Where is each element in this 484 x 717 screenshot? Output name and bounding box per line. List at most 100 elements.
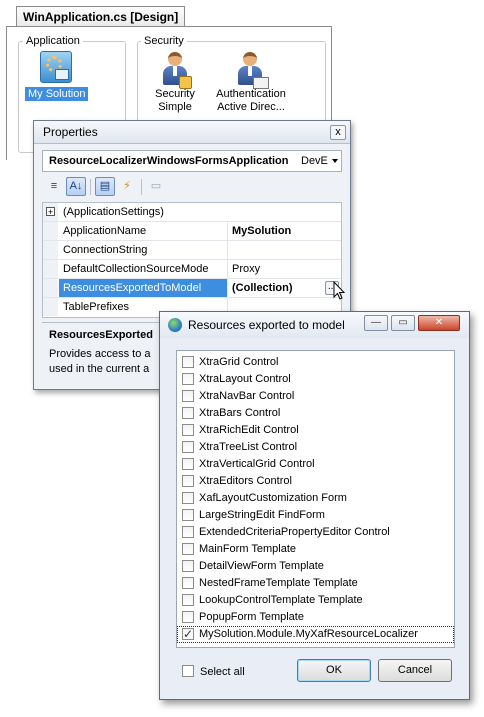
property-row[interactable]: ConnectionString	[43, 241, 341, 260]
events-icon[interactable]: ⚡	[117, 177, 137, 196]
resources-checklist: XtraGrid Control XtraLayout Control Xtra…	[176, 350, 455, 648]
list-item-label: DetailViewForm Template	[199, 560, 324, 572]
alphabetical-icon[interactable]: A↓	[66, 177, 86, 196]
checkbox[interactable]	[182, 458, 194, 470]
select-all-label[interactable]: Select all	[200, 666, 245, 678]
checkbox[interactable]	[182, 373, 194, 385]
checkbox[interactable]	[182, 475, 194, 487]
checkbox-checked[interactable]: ✓	[182, 628, 194, 640]
list-item-label: XtraTreeList Control	[199, 441, 298, 453]
properties-icon[interactable]: ▤	[95, 177, 115, 196]
list-item[interactable]: XtraRichEdit Control	[177, 422, 454, 439]
categorized-icon[interactable]: ≡	[44, 177, 64, 196]
list-item-label: XtraNavBar Control	[199, 390, 295, 402]
object-name: ResourceLocalizerWindowsFormsApplication	[49, 155, 289, 167]
list-item-label: LargeStringEdit FindForm	[199, 509, 325, 521]
property-row[interactable]: ApplicationName MySolution	[43, 222, 341, 241]
property-name: TablePrefixes	[63, 301, 130, 313]
checkbox[interactable]	[182, 594, 194, 606]
my-solution-label[interactable]: My Solution	[25, 87, 89, 101]
object-selector[interactable]: ResourceLocalizerWindowsFormsApplication…	[42, 150, 342, 172]
object-type: DevE	[301, 155, 328, 167]
expand-icon[interactable]: +	[46, 207, 55, 217]
list-item[interactable]: LargeStringEdit FindForm	[177, 507, 454, 524]
authentication-user-icon[interactable]	[235, 51, 269, 89]
list-item[interactable]: NestedFrameTemplate Template	[177, 575, 454, 592]
list-item-label: XtraBars Control	[199, 407, 281, 419]
property-row-selected[interactable]: ResourcesExportedToModel (Collection) ..…	[43, 279, 341, 298]
list-item-label: XtraGrid Control	[199, 356, 279, 368]
checkbox[interactable]	[182, 492, 194, 504]
checkbox[interactable]	[182, 543, 194, 555]
property-pages-icon[interactable]: ▭	[146, 177, 166, 196]
document-tab[interactable]: WinApplication.cs [Design]	[16, 6, 186, 27]
mouse-cursor-icon	[333, 281, 345, 300]
security-group-title: Security	[141, 35, 187, 47]
minimize-icon[interactable]: —	[364, 315, 388, 331]
chevron-down-icon	[332, 159, 338, 163]
property-value[interactable]: Proxy	[232, 263, 260, 275]
list-item-label: LookupControlTemplate Template	[199, 594, 363, 606]
checkbox[interactable]	[182, 526, 194, 538]
checkbox[interactable]	[182, 577, 194, 589]
window-icon	[55, 69, 69, 80]
select-all-checkbox[interactable]	[182, 665, 194, 677]
properties-titlebar[interactable]: Properties x	[34, 121, 350, 144]
property-row[interactable]: DefaultCollectionSourceMode Proxy	[43, 260, 341, 279]
authentication-label[interactable]: Authentication Active Direc...	[209, 88, 293, 114]
toolbar-separator	[141, 179, 142, 195]
close-icon[interactable]: x	[330, 125, 346, 140]
list-item[interactable]: MainForm Template	[177, 541, 454, 558]
description-text: Provides access to a used in the current…	[49, 348, 151, 375]
property-name: ConnectionString	[63, 244, 148, 256]
list-item[interactable]: XtraLayout Control	[177, 371, 454, 388]
checkbox[interactable]	[182, 611, 194, 623]
globe-icon	[168, 318, 182, 332]
checkbox[interactable]	[182, 560, 194, 572]
list-item-label: XtraRichEdit Control	[199, 424, 299, 436]
checkbox[interactable]	[182, 356, 194, 368]
list-item[interactable]: XtraNavBar Control	[177, 388, 454, 405]
list-item[interactable]: ExtendedCriteriaPropertyEditor Control	[177, 524, 454, 541]
description-title: ResourcesExported	[49, 329, 153, 341]
application-group-title: Application	[23, 35, 83, 47]
list-item-label: NestedFrameTemplate Template	[199, 577, 358, 589]
list-item[interactable]: XtraEditors Control	[177, 473, 454, 490]
list-item[interactable]: PopupForm Template	[177, 609, 454, 626]
checkbox[interactable]	[182, 424, 194, 436]
checkbox[interactable]	[182, 390, 194, 402]
dialog-titlebar[interactable]: Resources exported to model — ▭ ✕	[160, 312, 469, 338]
list-item-label: XtraEditors Control	[199, 475, 292, 487]
list-item[interactable]: XtraTreeList Control	[177, 439, 454, 456]
list-item[interactable]: XafLayoutCustomization Form	[177, 490, 454, 507]
property-row[interactable]: + (ApplicationSettings)	[43, 203, 341, 222]
dialog-title: Resources exported to model	[188, 318, 345, 332]
close-icon[interactable]: ✕	[418, 315, 460, 331]
properties-toolbar: ≡ A↓ ▤ ⚡ ▭	[42, 176, 340, 198]
list-item[interactable]: XtraBars Control	[177, 405, 454, 422]
list-item-label: XtraVerticalGrid Control	[199, 458, 315, 470]
property-value[interactable]: MySolution	[232, 225, 291, 237]
list-item[interactable]: LookupControlTemplate Template	[177, 592, 454, 609]
list-item-label: ExtendedCriteriaPropertyEditor Control	[199, 526, 390, 538]
security-simple-label[interactable]: Security Simple	[144, 88, 206, 114]
application-icon[interactable]	[40, 51, 72, 83]
checkbox[interactable]	[182, 509, 194, 521]
list-item-label: XtraLayout Control	[199, 373, 291, 385]
property-name: DefaultCollectionSourceMode	[63, 263, 209, 275]
cancel-button[interactable]: Cancel	[378, 659, 452, 682]
checkbox[interactable]	[182, 441, 194, 453]
checkbox[interactable]	[182, 407, 194, 419]
property-name: ApplicationName	[63, 225, 147, 237]
security-user-icon[interactable]	[160, 51, 192, 89]
list-item[interactable]: XtraGrid Control	[177, 354, 454, 371]
list-item-label: MainForm Template	[199, 543, 296, 555]
list-item[interactable]: XtraVerticalGrid Control	[177, 456, 454, 473]
property-value[interactable]: (Collection)	[232, 282, 293, 294]
maximize-icon[interactable]: ▭	[391, 315, 415, 331]
list-item[interactable]: ✓ MySolution.Module.MyXafResourceLocalize…	[177, 626, 454, 643]
list-item-label: XafLayoutCustomization Form	[199, 492, 347, 504]
list-item[interactable]: DetailViewForm Template	[177, 558, 454, 575]
ok-button[interactable]: OK	[297, 659, 371, 682]
toolbar-separator	[90, 179, 91, 195]
